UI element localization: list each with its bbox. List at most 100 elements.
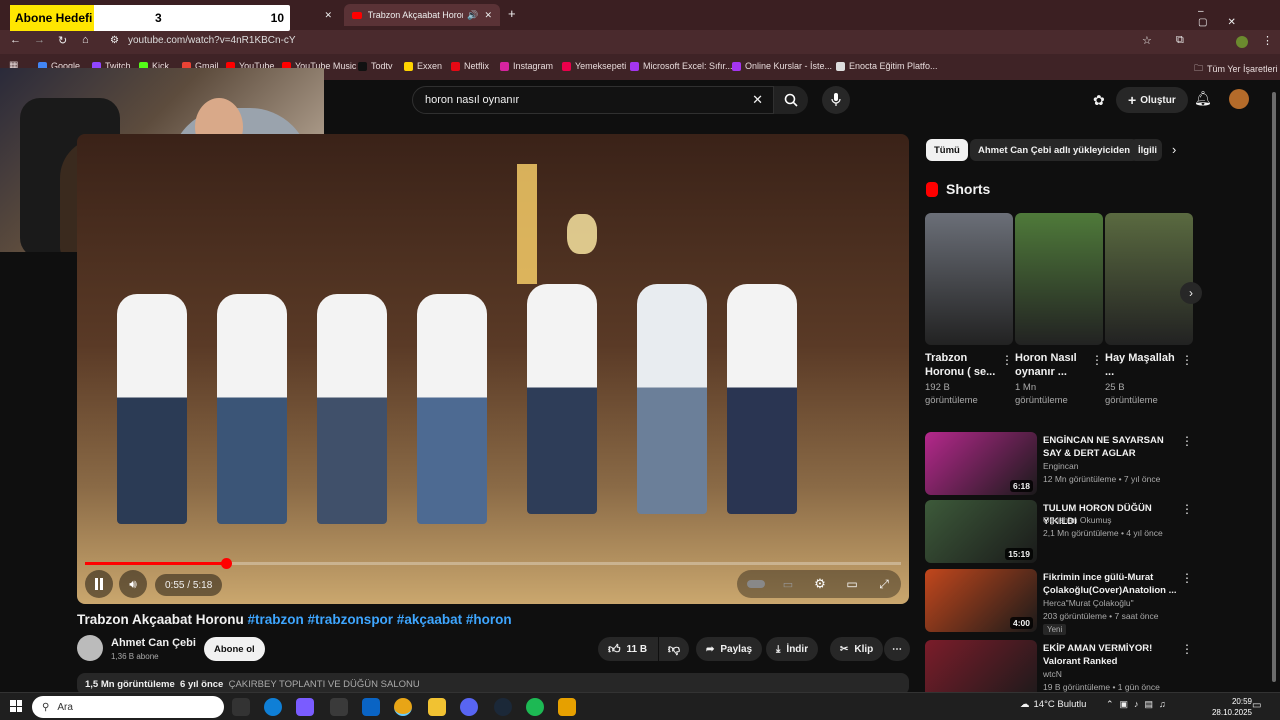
clip-button[interactable]: ✂ Klip: [830, 637, 884, 661]
bookmark-star-icon[interactable]: ☆: [1142, 34, 1152, 47]
browser-tab-prev[interactable]: ✕: [300, 4, 340, 26]
voice-search-button[interactable]: [822, 86, 850, 114]
subscribe-button[interactable]: Abone ol: [204, 637, 265, 661]
pause-button[interactable]: [85, 570, 113, 598]
all-bookmarks[interactable]: 🗀 Tüm Yer İşaretleri: [1194, 61, 1278, 77]
progress-bar[interactable]: [85, 558, 901, 569]
bookmark-item[interactable]: Yemeksepeti: [562, 61, 626, 71]
taskbar-clock[interactable]: 20:59 28.10.2025: [1212, 696, 1252, 718]
more-vert-icon[interactable]: ⋮: [1181, 434, 1193, 448]
close-icon[interactable]: ✕: [484, 10, 492, 21]
chrome-icon[interactable]: [394, 698, 412, 716]
short-title[interactable]: Horon Nasıl oynanır ...: [1015, 351, 1089, 379]
bookmark-item[interactable]: Instagram: [500, 61, 553, 71]
window-controls[interactable]: –▢✕: [1198, 6, 1280, 28]
file-explorer-icon[interactable]: [428, 698, 446, 716]
clear-search-icon[interactable]: ✕: [752, 92, 763, 108]
video-channel[interactable]: Engincan: [1043, 461, 1078, 471]
video-channel[interactable]: Oğuzhan Okumuş: [1043, 515, 1112, 525]
dislike-button[interactable]: 👎︎: [659, 637, 689, 661]
create-button[interactable]: + Oluştur: [1116, 87, 1188, 113]
notifications-bell-icon[interactable]: 🔔︎: [1194, 90, 1212, 107]
browser-tab-active[interactable]: Trabzon Akçaabat Horonu 🔊 ✕: [344, 4, 500, 26]
video-title[interactable]: EKİP AMAN VERMİYOR! Valorant Ranked: [1043, 642, 1183, 668]
bookmark-item[interactable]: Microsoft Excel: Sıfır...: [630, 61, 733, 71]
more-vert-icon[interactable]: ⋮: [1181, 571, 1193, 585]
profile-avatar[interactable]: [1236, 36, 1248, 48]
volume-button[interactable]: 🔊︎: [119, 570, 147, 598]
subtitles-button[interactable]: ▭: [777, 572, 799, 596]
chip-from-uploader[interactable]: Ahmet Can Çebi adlı yükleyiciden: [970, 139, 1139, 161]
streaming-app-icon[interactable]: [558, 698, 576, 716]
short-title[interactable]: Trabzon Horonu ( se...: [925, 351, 999, 379]
bookmark-item[interactable]: Todtv: [358, 61, 393, 71]
spotify-icon[interactable]: [526, 698, 544, 716]
more-vert-icon[interactable]: ⋮: [1181, 502, 1193, 516]
new-tab-button[interactable]: +: [508, 6, 516, 21]
audio-icon[interactable]: 🔊: [467, 10, 478, 21]
like-button[interactable]: 👍︎ 11 B: [598, 637, 658, 661]
weather-widget[interactable]: ☁ 14°C Bulutlu: [1020, 699, 1086, 710]
recommended-video[interactable]: 6:18 ENGİNCAN NE SAYARSAN SAY & DERT AGLA…: [925, 432, 1195, 496]
fullscreen-button[interactable]: ⤢: [873, 572, 895, 596]
search-input[interactable]: horon nasıl oynanır ✕: [412, 86, 774, 114]
copilot-icon[interactable]: [296, 698, 314, 716]
video-player[interactable]: 🔊︎ 0:55 / 5:18 ▭ ⚙ ▭ ⤢: [77, 134, 909, 604]
forward-icon[interactable]: →: [34, 34, 45, 46]
system-tray-icons[interactable]: ⌃▣♪▤♫: [1106, 699, 1172, 710]
home-icon[interactable]: ⌂: [82, 34, 89, 46]
recommended-video[interactable]: 15:19 TULUM HORON DÜĞÜN YIKILDI Oğuzhan Ok…: [925, 500, 1195, 564]
account-avatar[interactable]: [1229, 89, 1249, 109]
more-vert-icon[interactable]: ⋮: [1181, 353, 1193, 367]
recommended-video[interactable]: 4:00 Fikrimin ince gülü-Murat Çolakoğlu(C…: [925, 569, 1195, 635]
progress-scrubber[interactable]: [221, 558, 233, 569]
short-title[interactable]: Hay Maşallah ...: [1105, 351, 1179, 379]
video-hashtags[interactable]: #trabzon #trabzonspor #akçaabat #horon: [248, 612, 512, 627]
short-item[interactable]: Hay Maşallah ... 25 B görüntüleme ⋮: [1105, 213, 1193, 407]
theater-mode-button[interactable]: ▭: [841, 572, 863, 596]
premium-extension-icon[interactable]: ✿: [1093, 92, 1105, 109]
channel-name[interactable]: Ahmet Can Çebi: [111, 637, 196, 649]
short-item[interactable]: Trabzon Horonu ( se... 192 B görüntüleme ⋮: [925, 213, 1013, 407]
edge-icon[interactable]: [264, 698, 282, 716]
chip-related[interactable]: İlgili: [1130, 139, 1162, 161]
settings-button[interactable]: ⚙: [809, 572, 831, 596]
outlook-icon[interactable]: [362, 698, 380, 716]
bookmark-item[interactable]: Online Kurslar - İste...: [732, 61, 832, 71]
scrollbar-thumb[interactable]: [1272, 92, 1276, 682]
close-icon[interactable]: ✕: [324, 10, 332, 21]
short-thumbnail[interactable]: [925, 213, 1013, 345]
more-vert-icon[interactable]: ⋮: [1091, 353, 1103, 367]
short-thumbnail[interactable]: [1105, 213, 1193, 345]
chevron-right-icon[interactable]: ›: [1172, 142, 1176, 157]
autoplay-toggle[interactable]: [745, 572, 767, 596]
video-title[interactable]: Fikrimin ince gülü-Murat Çolakoğlu(Cover…: [1043, 571, 1183, 597]
menu-icon[interactable]: ⋮: [1262, 34, 1273, 47]
search-button[interactable]: [774, 86, 808, 114]
chip-all[interactable]: Tümü: [926, 139, 968, 161]
url-field[interactable]: youtube.com/watch?v=4nR1KBCn-cY: [128, 35, 296, 46]
share-button[interactable]: ➦ Paylaş: [696, 637, 763, 661]
notification-center-icon[interactable]: ▭: [1252, 700, 1261, 711]
discord-icon[interactable]: [460, 698, 478, 716]
download-button[interactable]: ⤓ İndir: [766, 637, 819, 661]
bookmark-item[interactable]: Enocta Eğitim Platfo...: [836, 61, 938, 71]
taskbar-search[interactable]: ⚲ Ara: [32, 696, 224, 718]
video-title[interactable]: ENGİNCAN NE SAYARSAN SAY & DERT AGLAR: [1043, 434, 1183, 460]
steam-icon[interactable]: [494, 698, 512, 716]
task-view-icon[interactable]: [232, 698, 250, 716]
extensions-icon[interactable]: ⧉: [1176, 34, 1184, 47]
bookmark-item[interactable]: Exxen: [404, 61, 442, 71]
video-channel[interactable]: wtcN: [1043, 669, 1062, 679]
video-channel[interactable]: Herca"Murat Çolakoğlu": [1043, 598, 1134, 608]
windows-start-icon[interactable]: [10, 700, 22, 712]
site-info-icon[interactable]: ⚙: [110, 35, 119, 46]
short-item[interactable]: Horon Nasıl oynanır ... 1 Mn görüntüleme ⋮: [1015, 213, 1103, 407]
channel-avatar[interactable]: [77, 635, 103, 661]
store-icon[interactable]: [330, 698, 348, 716]
more-vert-icon[interactable]: ⋮: [1001, 353, 1013, 367]
short-thumbnail[interactable]: [1015, 213, 1103, 345]
back-icon[interactable]: ←: [10, 34, 21, 46]
bookmark-item[interactable]: Netflix: [451, 61, 489, 71]
more-vert-icon[interactable]: ⋮: [1181, 642, 1193, 656]
